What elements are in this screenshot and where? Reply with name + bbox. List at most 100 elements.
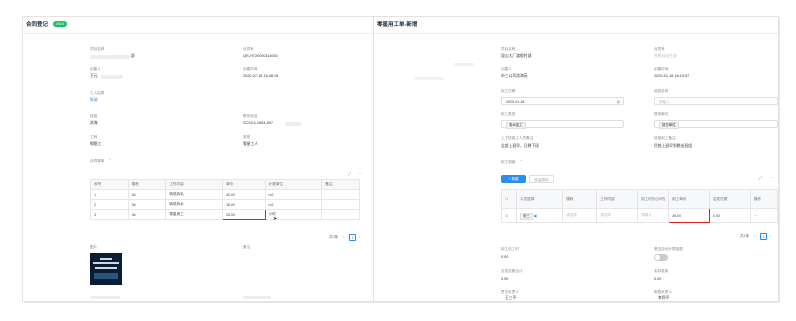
page-title: 合同登记 bbox=[26, 22, 49, 28]
chevron-up-icon[interactable]: ^ bbox=[520, 158, 522, 163]
unit-select[interactable]: 按日单位 bbox=[654, 120, 778, 129]
col-header: 工作内容 bbox=[165, 179, 224, 190]
cell: 18.00 bbox=[222, 199, 266, 210]
auto-calc-toggle[interactable] bbox=[654, 254, 668, 261]
chevron-right-icon[interactable]: › bbox=[359, 234, 360, 239]
table-header-row: ☐ 人员选择 楼栋 工作内容 用工时长(小时) 用工单价 应发付费 操作 bbox=[501, 189, 778, 209]
total-amount-label: 应发总额合计 bbox=[501, 269, 523, 273]
work-result-link[interactable]: 陈瑞 bbox=[90, 98, 98, 103]
work-type-label: 工种 bbox=[90, 135, 98, 139]
remark-label: 班组用工备注 bbox=[654, 136, 676, 140]
fullscreen-icon[interactable]: ⤢ bbox=[759, 175, 762, 180]
work-date-picker[interactable]: 2020-01-18 ▦ bbox=[501, 97, 624, 105]
project-name-label: 项目名称 bbox=[90, 47, 105, 51]
person-select[interactable]: 张三 ▣ bbox=[515, 208, 564, 223]
work-date-value: 2020-01-18 bbox=[506, 100, 525, 104]
col-header: 操作 bbox=[749, 189, 778, 209]
cell bbox=[321, 189, 360, 200]
add-row-button[interactable]: + 新增 bbox=[501, 175, 526, 183]
cell: m2 bbox=[264, 199, 323, 210]
contract-list-table: 序号 楼栋 工作内容 单价 计费单位 备注 1 3# 转场拆毛 40.00 m2… bbox=[90, 179, 360, 220]
table-row: 3 3# 零星用工 28.00 小时 bbox=[90, 209, 360, 220]
status-badge: 2024 bbox=[52, 21, 68, 27]
create-time-value: 2020-07-18 15:48:19 bbox=[243, 74, 279, 78]
total-hours-value: 0.00 bbox=[501, 255, 509, 259]
more-icon[interactable]: ⋯ bbox=[770, 175, 774, 180]
person-tag: 张三 bbox=[520, 212, 533, 220]
contract-no-label: 合同号 bbox=[243, 47, 254, 51]
remark-label: 备注 bbox=[243, 245, 251, 249]
highlighted-price-cell: 28.00 bbox=[222, 209, 266, 220]
row-actions[interactable]: ··· bbox=[749, 208, 778, 223]
chevron-up-icon[interactable]: ^ bbox=[109, 157, 111, 162]
cell: 零星用工 bbox=[165, 209, 224, 220]
cell bbox=[321, 199, 360, 210]
detail-section-label: 用工明细 bbox=[501, 160, 516, 164]
reviewer-value: 李四平 bbox=[658, 296, 670, 300]
creator-value: 王元 bbox=[90, 74, 98, 78]
work-type-label: 用工类型 bbox=[501, 112, 516, 116]
table-row: ☐ 张三 ▣ 请选择 请选择 请输入 28.00 0.00 ··· bbox=[501, 208, 778, 223]
building-select[interactable]: 请选择 bbox=[562, 208, 598, 223]
hours-input[interactable]: 请输入 bbox=[637, 208, 670, 223]
attachment-image[interactable] bbox=[90, 253, 122, 285]
more-icon[interactable]: ⋯ bbox=[358, 171, 362, 176]
team-value: 滨海 bbox=[90, 121, 98, 125]
unit-tag: 按日单位 bbox=[659, 122, 679, 129]
cell: 3# bbox=[127, 199, 167, 210]
remark-value: 目前上班早到晚出班组 bbox=[654, 144, 692, 148]
project-name-value: 部 bbox=[131, 54, 135, 58]
create-time-value: 2020-01-18 16:19:57 bbox=[654, 74, 690, 78]
person-picker-icon[interactable]: ▣ bbox=[534, 214, 537, 218]
select-all-checkbox[interactable]: ☐ bbox=[501, 189, 517, 209]
page-title: 零星用工单-新增 bbox=[377, 22, 418, 28]
total-amount-value: 0.00 bbox=[501, 277, 509, 281]
chevron-left-icon[interactable]: ‹ bbox=[343, 234, 344, 239]
cell: 1 bbox=[90, 189, 129, 200]
cell: 3# bbox=[127, 209, 167, 220]
contract-no-value: 系统自动生成 bbox=[654, 54, 677, 58]
image-label: 图片 bbox=[90, 245, 98, 249]
pagination-current-page[interactable]: 1 bbox=[760, 233, 767, 240]
team-input[interactable]: 请输入 bbox=[654, 97, 778, 105]
auto-calc-label: 是否自动计算金额 bbox=[654, 247, 683, 251]
unit-label: 费用单位 bbox=[654, 112, 669, 116]
redacted-value bbox=[101, 75, 123, 79]
calendar-icon: ▦ bbox=[616, 100, 620, 104]
pagination-current-page[interactable]: 1 bbox=[349, 234, 356, 241]
redacted-value bbox=[414, 77, 444, 80]
content-select[interactable]: 请选择 bbox=[596, 208, 639, 223]
reviewer-label: 审核负责人 bbox=[654, 290, 672, 294]
pagination-total: 共1条 bbox=[740, 234, 750, 238]
odd-job-form-panel: 零星用工单-新增 项目名称 昆山大厂渡假村部 合同号 系统自动生成 创建人 市三… bbox=[373, 16, 779, 302]
row-checkbox[interactable]: ☐ bbox=[501, 208, 517, 223]
price-input[interactable]: 28.00 bbox=[668, 208, 710, 223]
redacted-value bbox=[90, 296, 120, 299]
team-label: 班组名称 bbox=[654, 89, 669, 93]
cell bbox=[321, 209, 360, 220]
batch-delete-button[interactable]: 批量删除 bbox=[529, 175, 554, 183]
type-label: 类型 bbox=[243, 135, 251, 139]
chevron-left-icon[interactable]: ‹ bbox=[754, 233, 755, 238]
contract-list-section-label: 合同清单 bbox=[90, 159, 105, 163]
cell: 3 bbox=[90, 209, 129, 220]
col-header: 人员选择 bbox=[515, 189, 564, 209]
cell: m2 bbox=[264, 189, 323, 200]
panel-header: 合同登记 2024 bbox=[23, 17, 373, 34]
fullscreen-icon[interactable]: ⤢ bbox=[348, 171, 351, 176]
col-header: 序号 bbox=[90, 179, 129, 190]
col-header: 备注 bbox=[321, 179, 360, 190]
creator-label: 创建人 bbox=[501, 67, 512, 71]
chevron-right-icon[interactable]: › bbox=[770, 233, 771, 238]
table-header-row: 序号 楼栋 工作内容 单价 计费单位 备注 bbox=[90, 179, 360, 190]
total-hours-label: 用工总工时 bbox=[501, 247, 519, 251]
col-header: 楼栋 bbox=[562, 189, 598, 209]
work-type-select[interactable]: 零木加工 bbox=[501, 120, 624, 129]
amount-value: 0.00 bbox=[708, 208, 751, 223]
creator-value: 市三公司滨海苑 bbox=[501, 74, 528, 78]
cell: 转场拆毛 bbox=[165, 189, 224, 200]
col-header: 工作内容 bbox=[596, 189, 639, 209]
team-label: 班组 bbox=[90, 114, 98, 118]
cell: 2 bbox=[90, 199, 129, 210]
contract-no-label: 合同号 bbox=[654, 47, 665, 51]
